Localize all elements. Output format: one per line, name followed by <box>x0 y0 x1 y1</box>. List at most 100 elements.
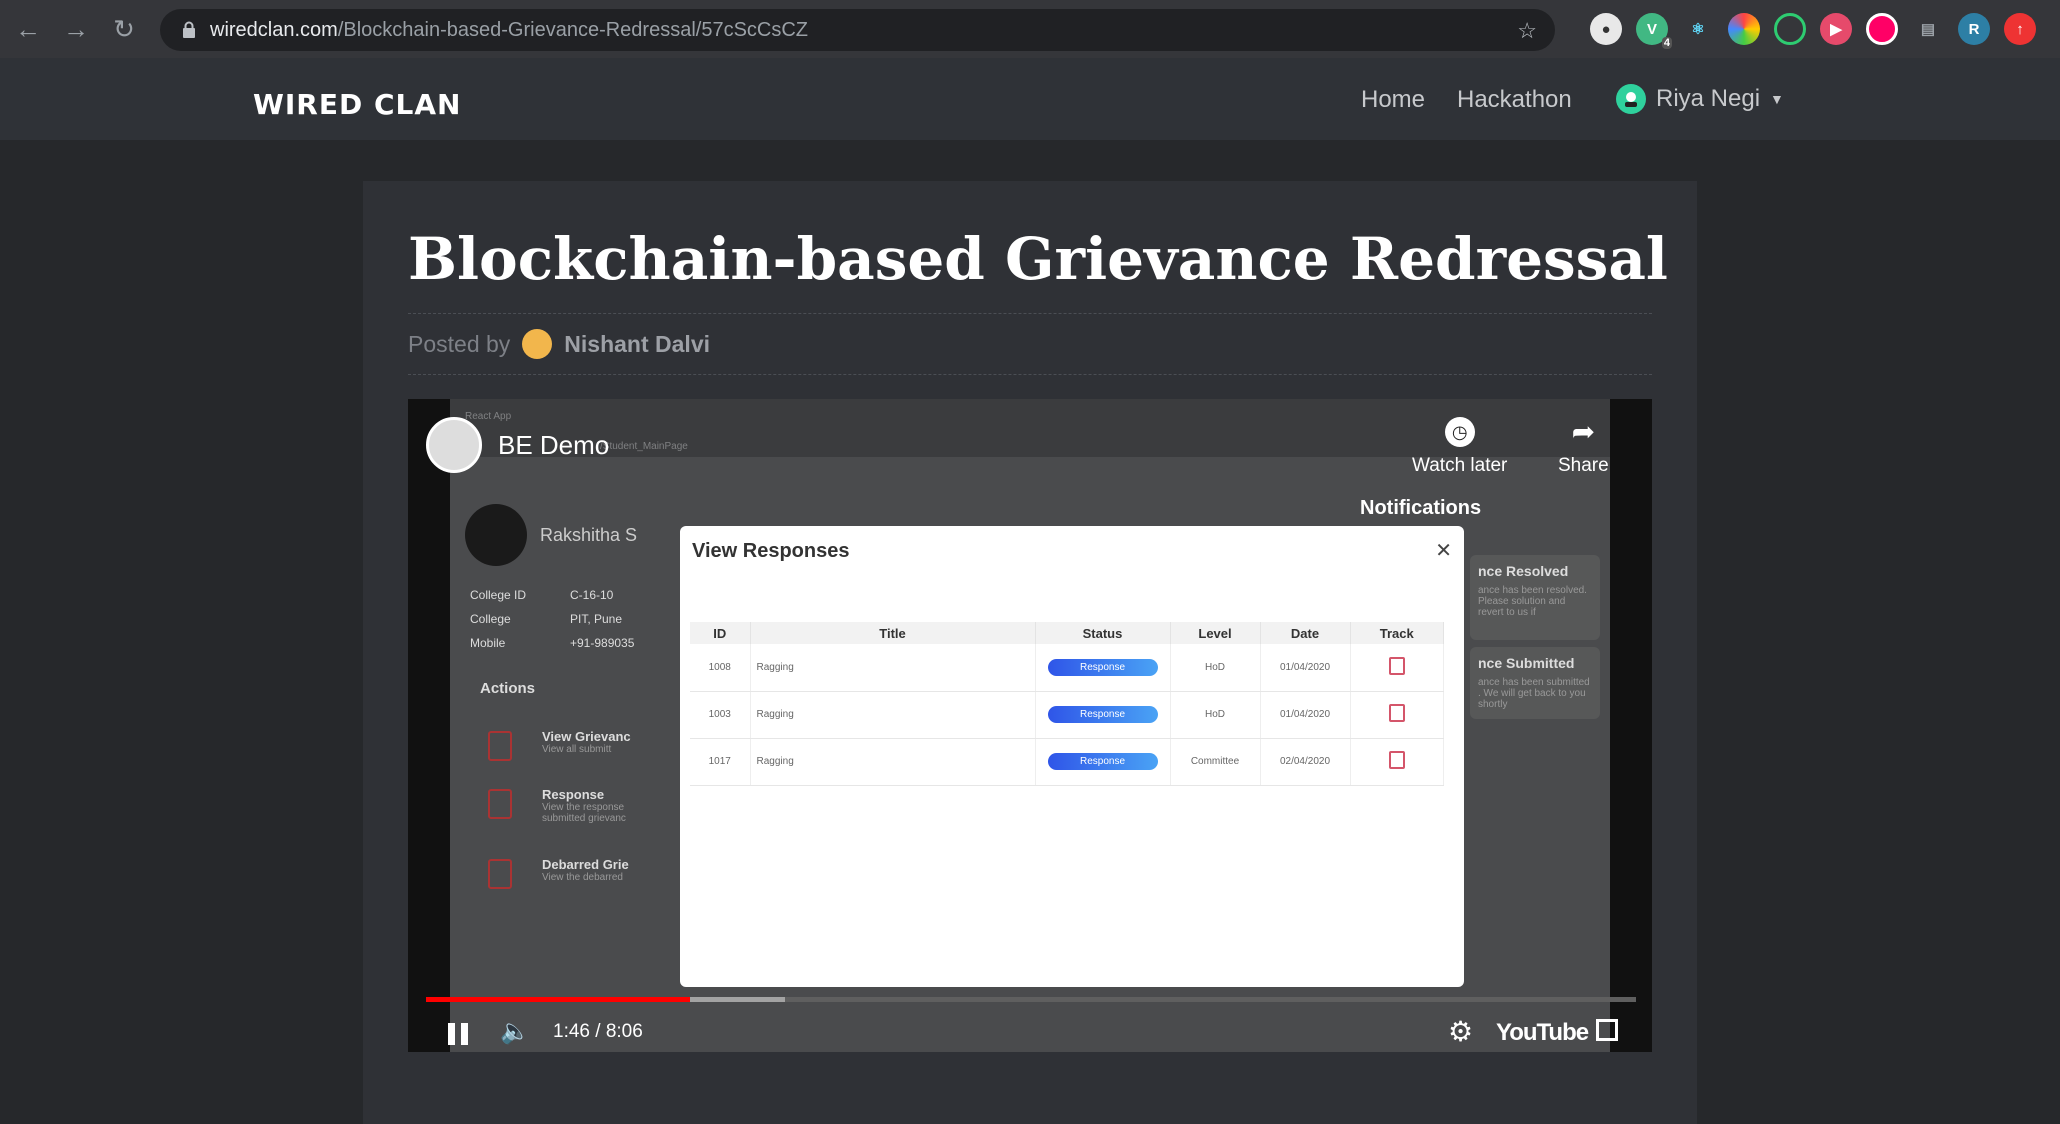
url-path: /Blockchain-based-Grievance-Redressal/57… <box>337 18 809 41</box>
browser-toolbar: ← → ↻ wiredclan.com/Blockchain-based-Gri… <box>0 0 2060 58</box>
column-header: Title <box>750 622 1036 644</box>
share-icon: ➦ <box>1571 416 1596 447</box>
time-display: 1:46 / 8:06 <box>553 1021 643 1042</box>
watch-later-button[interactable]: ◷ Watch later <box>1412 417 1507 477</box>
address-bar[interactable]: wiredclan.com/Blockchain-based-Grievance… <box>160 9 1555 51</box>
extension-record-icon[interactable] <box>1866 13 1898 45</box>
action-title: Debarred Grie <box>542 857 629 872</box>
extension-react-icon[interactable]: ⚛ <box>1682 13 1714 45</box>
action-desc: View the debarred <box>542 872 623 883</box>
profile-label: College <box>470 612 511 626</box>
profile-label: College ID <box>470 588 527 602</box>
update-icon[interactable]: ↑ <box>2004 13 2036 45</box>
notification-card: nce Resolved ance has been resolved. Ple… <box>1470 555 1600 640</box>
nav-home[interactable]: Home <box>1361 86 1425 114</box>
fullscreen-icon[interactable] <box>1596 1019 1618 1041</box>
table-header: ID Title Status Level Date Track <box>690 622 1444 644</box>
bookmark-star-icon[interactable]: ☆ <box>1517 18 1537 44</box>
progress-bar[interactable] <box>426 997 1636 1002</box>
document-icon <box>488 859 512 889</box>
profile-avatar[interactable]: R <box>1958 13 1990 45</box>
share-button[interactable]: ➦ Share <box>1558 417 1609 477</box>
back-icon[interactable]: ← <box>8 9 48 49</box>
action-title: Response <box>542 787 605 802</box>
extension-badge: 4 <box>1661 37 1672 49</box>
column-header: Level <box>1170 622 1261 644</box>
profile-value: PIT, Pune <box>570 612 623 626</box>
lock-icon <box>178 19 200 41</box>
user-avatar <box>1616 84 1646 114</box>
user-name: Riya Negi <box>1656 85 1761 112</box>
author-name[interactable]: Nishant Dalvi <box>564 331 710 358</box>
row-id: 1008 <box>690 644 751 692</box>
nav-hackathon[interactable]: Hackathon <box>1457 86 1572 114</box>
action-title: View Grievanc <box>542 729 631 744</box>
video-frame: React App /Student_MainPage Rakshitha S … <box>450 399 1610 1052</box>
document-icon <box>488 789 512 819</box>
buffered-bar <box>689 997 786 1002</box>
column-header: Status <box>1035 622 1171 644</box>
reload-icon[interactable]: ↻ <box>104 9 144 49</box>
channel-avatar[interactable] <box>426 417 482 473</box>
row-level: Committee <box>1170 738 1261 786</box>
notification-card: nce Submitted ance has been submitted . … <box>1470 647 1600 719</box>
posted-by-label: Posted by <box>408 330 511 357</box>
settings-gear-icon[interactable]: ⚙ <box>1448 1015 1473 1048</box>
divider <box>408 374 1652 375</box>
player-controls: 🔈 1:46 / 8:06 ⚙ YouTube <box>408 1009 1652 1052</box>
youtube-logo[interactable]: YouTube <box>1496 1019 1589 1047</box>
profile-label: Mobile <box>470 636 506 650</box>
student-avatar <box>465 504 527 566</box>
response-button[interactable]: Response <box>1047 658 1158 676</box>
extension-vue-icon[interactable]: V4 <box>1636 13 1672 49</box>
extension-chart-icon[interactable]: ▤ <box>1912 13 1944 45</box>
notifications-heading: Notifications <box>1360 497 1482 519</box>
chevron-down-icon: ▼ <box>1770 91 1784 107</box>
student-profile: College ID C-16-10 College PIT, Pune Mobil… <box>470 583 634 655</box>
user-menu[interactable]: Riya Negi ▼ <box>1616 84 1784 114</box>
extension-globe-icon[interactable]: ● <box>1590 13 1622 45</box>
response-button[interactable]: Response <box>1047 706 1158 723</box>
url-text: wiredclan.com/Blockchain-based-Grievance… <box>210 19 808 42</box>
recorded-address: /Student_MainPage <box>600 441 688 452</box>
track-icon[interactable] <box>1388 751 1405 769</box>
notification-desc: ance has been resolved. Please solution … <box>1478 585 1587 618</box>
site-logo[interactable]: WIRED CLAN <box>253 88 461 121</box>
recorded-tab-title: React App <box>465 411 512 422</box>
close-icon[interactable]: ✕ <box>1435 538 1452 563</box>
view-responses-modal: View Responses ✕ ID Title Status Level D… <box>680 526 1464 987</box>
track-icon[interactable] <box>1388 704 1405 722</box>
actions-heading: Actions <box>480 680 536 697</box>
share-label: Share <box>1558 455 1609 476</box>
extension-target-icon[interactable] <box>1774 13 1806 45</box>
played-bar <box>426 997 690 1002</box>
actions-list: View Grievanc View all submitt Response Vi… <box>480 729 652 915</box>
author-avatar <box>522 329 553 359</box>
row-date: 01/04/2020 <box>1260 644 1351 692</box>
site-header: WIRED CLAN Home Hackathon Riya Negi ▼ <box>0 58 2060 140</box>
row-title: Ragging <box>750 644 1036 692</box>
column-header: Date <box>1260 622 1351 644</box>
extension-video-icon[interactable]: ▶ <box>1820 13 1852 45</box>
row-title: Ragging <box>750 738 1036 786</box>
row-id: 1017 <box>690 738 751 786</box>
extension-color-icon[interactable] <box>1728 13 1760 45</box>
pause-icon[interactable] <box>448 1023 468 1045</box>
modal-title: View Responses <box>692 540 850 562</box>
forward-icon[interactable]: → <box>56 9 96 49</box>
profile-value: C-16-10 <box>570 588 614 602</box>
responses-table: ID Title Status Level Date Track 1008 Ra… <box>690 622 1444 786</box>
video-player[interactable]: React App /Student_MainPage Rakshitha S … <box>408 399 1652 1052</box>
divider <box>408 313 1652 314</box>
response-button[interactable]: Response <box>1047 753 1158 770</box>
post-meta: Posted by Nishant Dalvi <box>408 329 710 359</box>
volume-icon[interactable]: 🔈 <box>500 1017 530 1046</box>
row-id: 1003 <box>690 691 751 739</box>
notification-title: nce Resolved <box>1478 563 1569 579</box>
track-icon[interactable] <box>1388 656 1405 675</box>
row-title: Ragging <box>750 691 1036 739</box>
video-title[interactable]: BE Demo <box>498 430 609 461</box>
watch-later-label: Watch later <box>1412 455 1508 476</box>
table-row: 1003 Ragging Response HoD 01/04/2020 <box>690 691 1444 739</box>
document-icon <box>488 731 512 761</box>
